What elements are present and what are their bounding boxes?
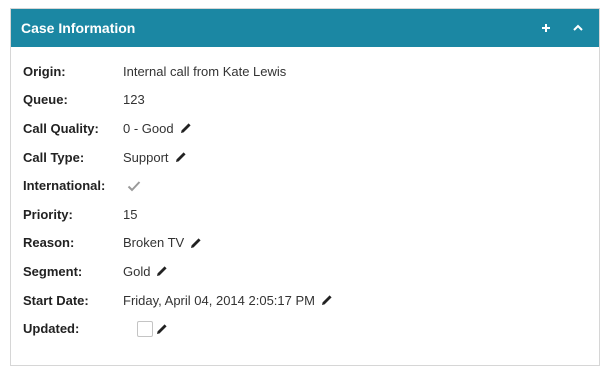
pencil-icon — [157, 266, 168, 277]
case-information-panel: Case Information Origin: Internal call f… — [10, 8, 600, 366]
queue-label: Queue: — [23, 92, 68, 108]
updated-checkbox[interactable] — [137, 320, 153, 337]
checkmark-icon — [127, 180, 141, 192]
start-date-value: Friday, April 04, 2014 2:05:17 PM — [123, 292, 315, 308]
updated-label: Updated: — [23, 321, 80, 337]
origin-value: Internal call from Kate Lewis — [123, 63, 287, 79]
start-date-edit-button[interactable] — [321, 294, 333, 306]
field-row-priority: Priority: 15 — [11, 200, 599, 229]
panel-title: Case Information — [21, 20, 136, 36]
pencil-icon — [175, 152, 186, 163]
international-label: International: — [23, 178, 106, 194]
segment-value: Gold — [123, 263, 151, 279]
origin-label: Origin: — [23, 63, 66, 79]
priority-value: 15 — [123, 206, 138, 222]
add-button[interactable] — [535, 17, 557, 39]
segment-edit-button[interactable] — [156, 265, 168, 277]
panel-body: Origin: Internal call from Kate Lewis Qu… — [11, 47, 599, 343]
field-row-queue: Queue: 123 — [11, 86, 599, 115]
pencil-icon — [180, 123, 191, 134]
call-type-edit-button[interactable] — [175, 151, 187, 163]
field-row-origin: Origin: Internal call from Kate Lewis — [11, 57, 599, 86]
international-checkbox[interactable] — [127, 180, 141, 192]
call-quality-label: Call Quality: — [23, 120, 99, 136]
reason-edit-button[interactable] — [190, 237, 202, 249]
collapse-button[interactable] — [567, 17, 589, 39]
call-type-label: Call Type: — [23, 149, 85, 165]
queue-value: 123 — [123, 92, 145, 108]
segment-label: Segment: — [23, 263, 83, 279]
start-date-label: Start Date: — [23, 292, 89, 308]
field-row-call-quality: Call Quality: 0 - Good — [11, 114, 599, 143]
plus-icon — [542, 24, 550, 32]
panel-header: Case Information — [11, 9, 599, 47]
chevron-up-icon — [573, 24, 583, 31]
field-row-updated: Updated: — [11, 314, 599, 343]
field-row-reason: Reason: Broken TV — [11, 229, 599, 258]
pencil-icon — [321, 295, 332, 306]
priority-label: Priority: — [23, 206, 73, 222]
call-quality-edit-button[interactable] — [180, 122, 192, 134]
field-row-segment: Segment: Gold — [11, 257, 599, 286]
field-row-call-type: Call Type: Support — [11, 143, 599, 172]
pencil-icon — [191, 238, 201, 248]
pencil-icon — [157, 324, 167, 334]
call-quality-value: 0 - Good — [123, 120, 174, 136]
reason-value: Broken TV — [123, 235, 185, 251]
field-row-start-date: Start Date: Friday, April 04, 2014 2:05:… — [11, 286, 599, 315]
updated-edit-button[interactable] — [156, 323, 168, 335]
reason-label: Reason: — [23, 235, 75, 251]
call-type-value: Support — [123, 149, 169, 165]
field-row-international: International: — [11, 171, 599, 200]
